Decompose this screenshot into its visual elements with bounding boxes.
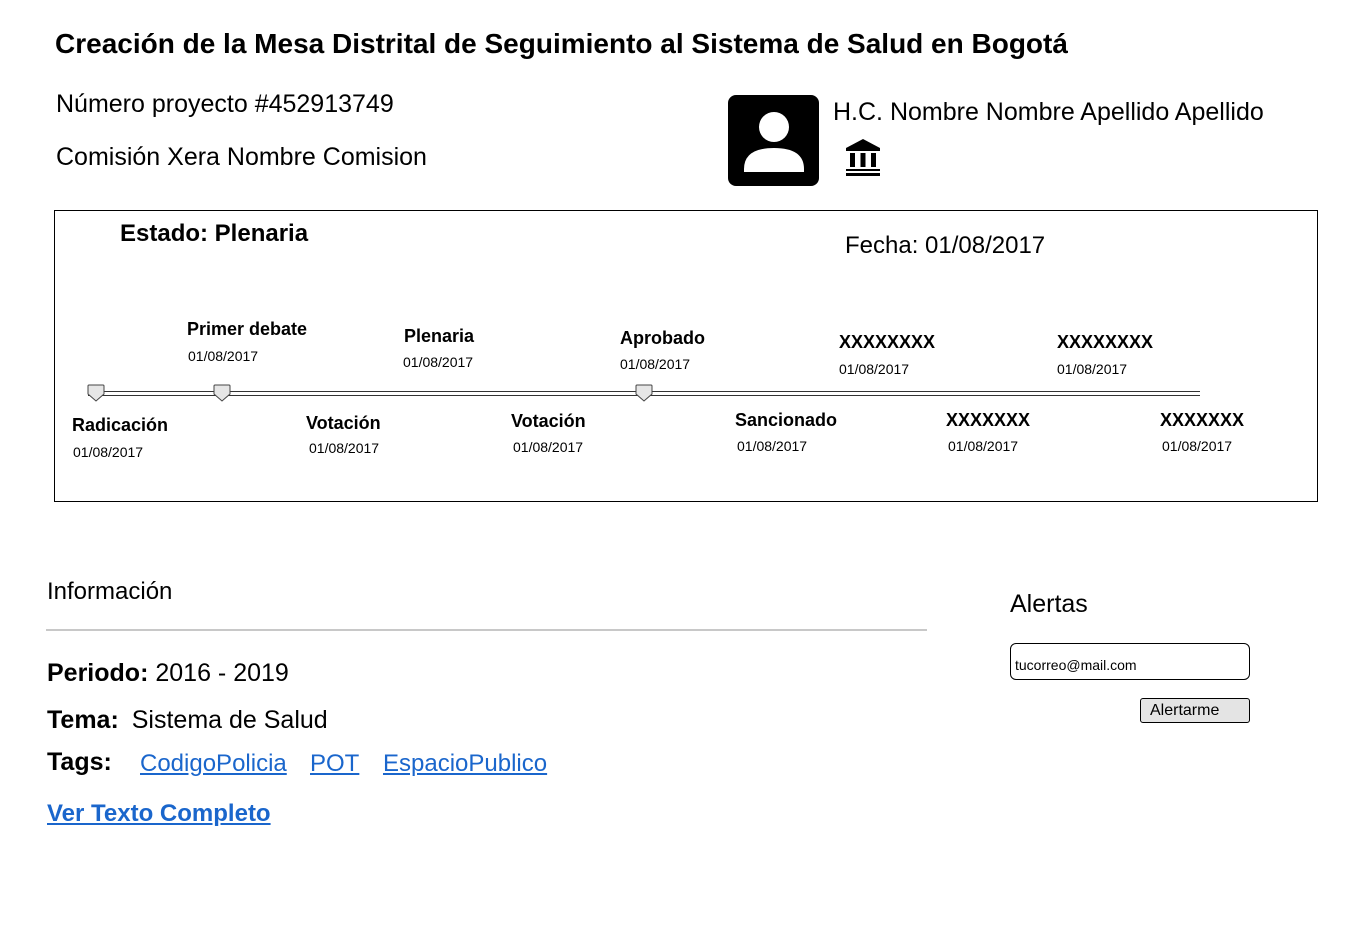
timeline-marker-handle[interactable] <box>213 384 231 402</box>
timeline-stage-label: Plenaria <box>404 326 475 346</box>
timeline-stage-date: 01/08/2017 <box>839 361 910 377</box>
person-icon <box>728 95 819 186</box>
timeline-stage-date: 01/08/2017 <box>737 438 808 454</box>
timeline-stage-label: Primer debate <box>187 319 308 339</box>
info-divider <box>46 629 927 631</box>
legislator-name: H.C. Nombre Nombre Apellido Apellido <box>833 98 1264 126</box>
timeline-marker-handle[interactable] <box>635 384 653 402</box>
timeline-stage-date: 01/08/2017 <box>948 438 1019 454</box>
tag-link[interactable]: EspacioPublico <box>383 750 547 778</box>
alerts-heading: Alertas <box>1010 590 1088 618</box>
timeline-stage-label: Votación <box>511 411 586 431</box>
timeline-stage-label: Radicación <box>72 415 169 435</box>
tema-value: Sistema de Salud <box>131 706 328 734</box>
timeline-marker-handle[interactable] <box>87 384 105 402</box>
timeline-stage-date: 01/08/2017 <box>188 348 259 364</box>
periodo-label: Periodo: <box>47 659 149 687</box>
timeline-stage-label: XXXXXXXX <box>839 332 936 352</box>
timeline-stage-date: 01/08/2017 <box>403 354 474 370</box>
tema-label: Tema: <box>47 706 119 734</box>
email-input[interactable] <box>1010 643 1250 680</box>
commission-name: Comisión Xera Nombre Comision <box>56 143 427 171</box>
status-date: Fecha: 01/08/2017 <box>845 232 1046 259</box>
alert-me-button[interactable]: Alertarme <box>1140 698 1250 723</box>
timeline-stage-label: Votación <box>306 413 381 433</box>
view-full-text-link[interactable]: Ver Texto Completo <box>47 800 271 828</box>
periodo-value: 2016 - 2019 <box>155 659 289 687</box>
periodo-field: Periodo: 2016 - 2019 <box>47 659 289 688</box>
bank-icon <box>843 139 883 182</box>
status-label: Estado: Plenaria <box>120 220 309 247</box>
tag-link[interactable]: POT <box>310 750 359 778</box>
timeline-stage-date: 01/08/2017 <box>620 356 691 372</box>
timeline-stage-date: 01/08/2017 <box>309 440 380 456</box>
timeline-stage-date: 01/08/2017 <box>1162 438 1233 454</box>
timeline-stage-date: 01/08/2017 <box>73 444 144 460</box>
timeline-stage-date: 01/08/2017 <box>513 439 584 455</box>
tema-field: Tema: Sistema de Salud <box>47 706 328 735</box>
tag-link[interactable]: CodigoPolicia <box>140 750 287 778</box>
timeline-stage-label: XXXXXXX <box>946 410 1031 430</box>
project-number: Número proyecto #452913749 <box>56 90 394 118</box>
timeline-stage-date: 01/08/2017 <box>1057 361 1128 377</box>
timeline-stage-label: Sancionado <box>735 410 838 430</box>
info-heading: Información <box>47 578 173 605</box>
timeline-stage-label: Aprobado <box>620 328 705 348</box>
timeline-stage-label: XXXXXXX <box>1160 410 1245 430</box>
tags-label: Tags: <box>47 748 112 776</box>
timeline-stage-label: XXXXXXXX <box>1057 332 1154 352</box>
page-title: Creación de la Mesa Distrital de Seguimi… <box>55 28 1068 59</box>
